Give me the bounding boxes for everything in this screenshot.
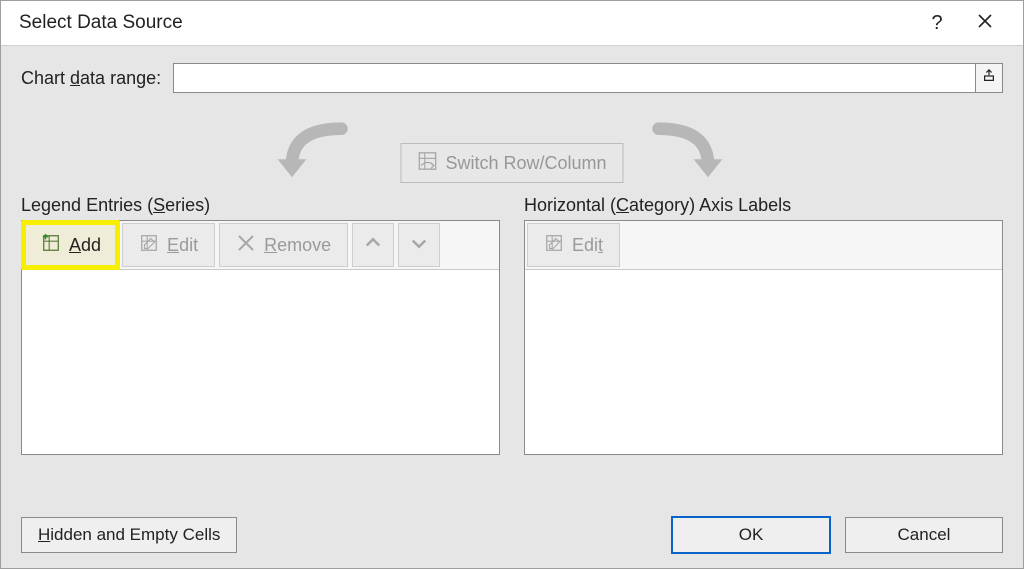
chart-data-range-label: Chart data range: [21,68,161,89]
arrow-left-icon [265,121,355,190]
remove-icon [236,233,256,258]
edit-icon [544,233,564,258]
move-down-button[interactable] [398,223,440,267]
chart-data-range-input-wrap [173,63,1003,93]
hidden-empty-cells-button[interactable]: Hidden and Empty Cells [21,517,237,553]
edit-icon [139,233,159,258]
ok-button[interactable]: OK [671,516,831,554]
axis-labels-box: Edit [524,220,1003,455]
range-selector-button[interactable] [976,63,1003,93]
range-selector-icon [982,68,996,88]
chevron-down-icon [409,233,429,258]
remove-series-button[interactable]: Remove [219,223,348,267]
chart-data-range-input[interactable] [173,63,976,93]
arrow-right-icon [645,121,735,190]
legend-entries-title: Legend Entries (Series) [21,195,500,216]
switch-row-area: Switch Row/Column [21,119,1003,191]
close-icon [977,12,993,35]
chart-data-range-row: Chart data range: [21,63,1003,93]
select-data-source-dialog: Select Data Source ? Chart data range: [0,0,1024,569]
axis-toolbar: Edit [525,221,1002,270]
legend-toolbar: Add Edit [22,221,499,270]
edit-series-button[interactable]: Edit [122,223,215,267]
switch-icon [417,151,437,176]
edit-axis-labels-button[interactable]: Edit [527,223,620,267]
axis-labels-list[interactable] [525,270,1002,454]
dialog-footer: Hidden and Empty Cells OK Cancel [21,516,1003,554]
dialog-title: Select Data Source [19,12,183,34]
move-up-button[interactable] [352,223,394,267]
legend-entries-box: Add Edit [21,220,500,455]
panels-row: Legend Entries (Series) [21,195,1003,455]
switch-label: Switch Row/Column [445,153,606,174]
cancel-button[interactable]: Cancel [845,517,1003,553]
legend-entries-panel: Legend Entries (Series) [21,195,500,455]
axis-labels-panel: Horizontal (Category) Axis Labels [524,195,1003,455]
switch-row-column-button[interactable]: Switch Row/Column [400,143,623,183]
add-icon [41,233,61,258]
close-button[interactable] [961,1,1009,45]
add-series-button[interactable]: Add [24,223,118,267]
chevron-up-icon [363,233,383,258]
legend-series-list[interactable] [22,270,499,454]
help-icon: ? [931,12,942,35]
axis-labels-title: Horizontal (Category) Axis Labels [524,195,1003,216]
help-button[interactable]: ? [913,1,961,45]
titlebar: Select Data Source ? [1,1,1023,46]
